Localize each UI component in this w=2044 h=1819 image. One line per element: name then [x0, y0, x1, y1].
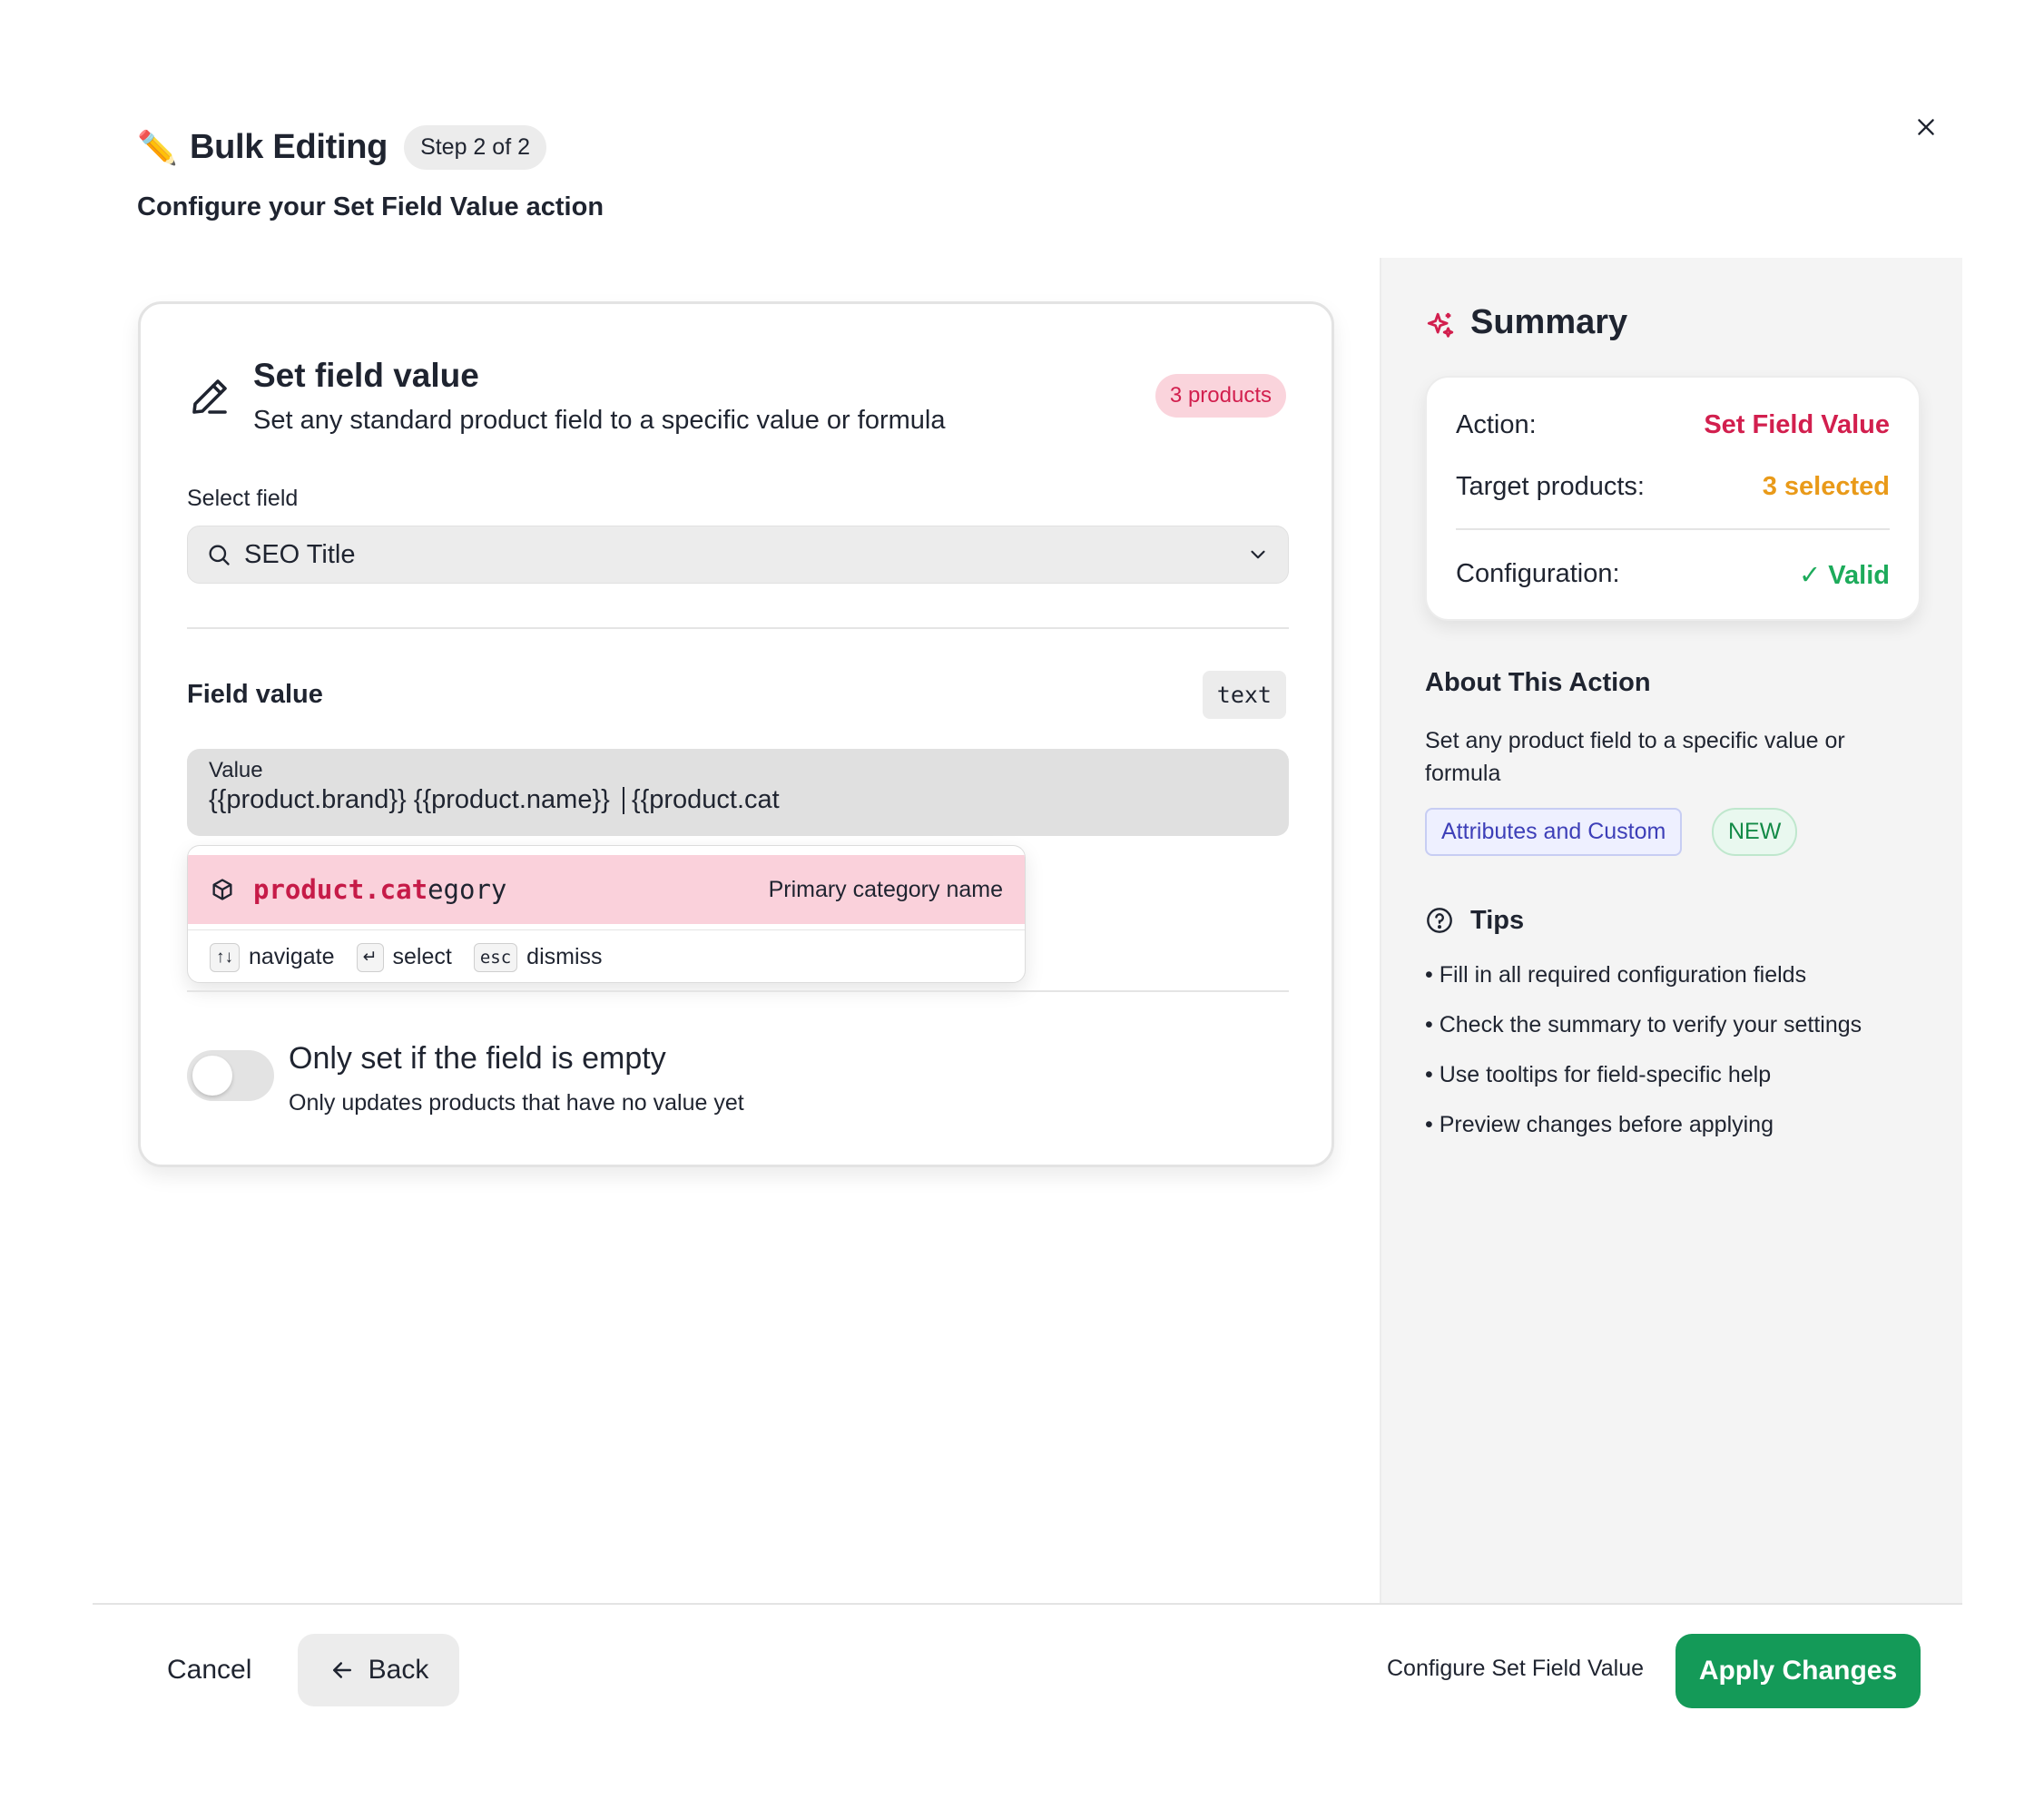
pen-icon	[192, 379, 227, 414]
value-input[interactable]: Value {{product.brand}} {{product.name}}…	[187, 749, 1289, 836]
autocomplete-dropdown: product.category Primary category name ↑…	[187, 845, 1026, 983]
value-input-text: {{product.brand}} {{product.name}} {{pro…	[209, 785, 780, 815]
tip-item: Check the summary to verify your setting…	[1425, 1012, 1862, 1038]
summary-title: Summary	[1470, 303, 1628, 341]
hint-dismiss: dismiss	[526, 944, 603, 969]
chevron-down-icon	[1251, 550, 1265, 559]
hint-select: select	[392, 944, 452, 969]
autocomplete-hints: ↑↓ navigate ↵ select esc dismiss	[188, 929, 1025, 982]
divider	[187, 990, 1289, 992]
field-value-label: Field value	[187, 680, 323, 709]
toggle-knob	[192, 1056, 232, 1096]
select-value: SEO Title	[244, 539, 356, 569]
toggle-description: Only updates products that have no value…	[289, 1090, 744, 1116]
only-if-empty-toggle[interactable]	[187, 1050, 274, 1101]
dialog-title: Bulk Editing	[190, 128, 388, 166]
tip-item: Preview changes before applying	[1425, 1112, 1862, 1138]
summary-panel: Summary Action: Set Field Value Target p…	[1380, 258, 1962, 1603]
help-circle-icon	[1427, 908, 1452, 933]
text-caret	[622, 787, 624, 815]
select-field-label: Select field	[187, 486, 299, 511]
autocomplete-item-description: Primary category name	[768, 876, 1003, 902]
divider	[1456, 528, 1890, 530]
cube-icon	[212, 879, 232, 900]
cancel-button[interactable]: Cancel	[154, 1634, 264, 1706]
kbd-navigate: ↑↓	[210, 942, 240, 972]
tip-item: Use tooltips for field-specific help	[1425, 1062, 1862, 1088]
card-title: Set field value	[253, 357, 479, 394]
summary-card: Action: Set Field Value Target products:…	[1425, 376, 1921, 621]
footer-divider	[93, 1603, 1962, 1605]
step-indicator: Step 2 of 2	[404, 125, 546, 170]
close-icon	[1918, 119, 1934, 135]
about-description: Set any product field to a specific valu…	[1425, 728, 1845, 786]
field-select[interactable]: SEO Title	[187, 526, 1289, 584]
dialog-subtitle: Configure your Set Field Value action	[137, 192, 604, 221]
kbd-select: ↵	[356, 942, 384, 972]
sparkles-icon	[1427, 312, 1454, 338]
config-card: Set field value Set any standard product…	[138, 301, 1334, 1167]
configure-status-text: Configure Set Field Value	[1387, 1656, 1645, 1681]
pencil-icon: ✏️	[137, 128, 178, 166]
value-input-label: Value	[209, 758, 263, 782]
summary-row-action: Action: Set Field Value	[1456, 410, 1890, 439]
search-icon	[209, 545, 230, 565]
tip-item: Fill in all required configuration field…	[1425, 962, 1862, 988]
card-description: Set any standard product field to a spec…	[253, 406, 946, 435]
new-badge: NEW	[1712, 808, 1798, 856]
kbd-dismiss: esc	[473, 942, 518, 972]
hint-navigate: navigate	[249, 944, 335, 969]
autocomplete-item[interactable]: product.category Primary category name	[188, 855, 1025, 924]
autocomplete-item-name: product.category	[253, 874, 507, 905]
divider	[187, 627, 1289, 629]
tips-title: Tips	[1470, 906, 1525, 935]
products-badge: 3 products	[1155, 374, 1286, 418]
close-button[interactable]	[1910, 111, 1942, 143]
tips-list: Fill in all required configuration field…	[1425, 962, 1862, 1162]
apply-changes-button[interactable]: Apply Changes	[1675, 1634, 1921, 1708]
toggle-title: Only set if the field is empty	[289, 1041, 666, 1076]
back-button-label: Back	[368, 1655, 429, 1685]
dialog-header: ✏️ Bulk Editing Step 2 of 2	[137, 125, 546, 170]
about-title: About This Action	[1425, 668, 1651, 697]
back-button[interactable]: Back	[298, 1634, 459, 1706]
arrow-left-icon	[332, 1662, 351, 1678]
summary-row-configuration: Configuration: ✓ Valid	[1456, 559, 1890, 590]
attributes-chip: Attributes and Custom	[1425, 808, 1683, 856]
summary-row-target: Target products: 3 selected	[1456, 472, 1890, 501]
type-tag: text	[1202, 671, 1286, 719]
